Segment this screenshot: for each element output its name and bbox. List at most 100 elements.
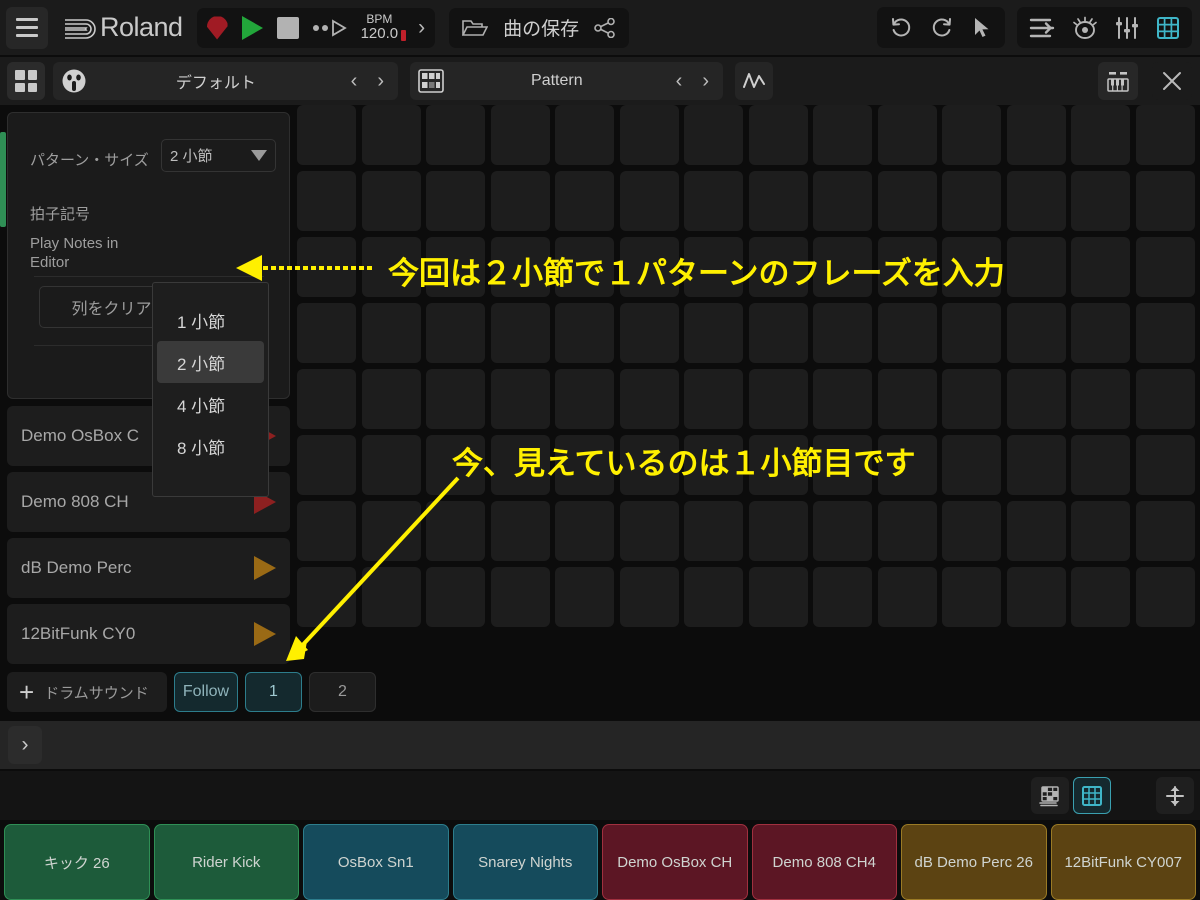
- step-cell[interactable]: [1135, 303, 1195, 363]
- step-cell[interactable]: [813, 567, 872, 627]
- step-cell[interactable]: [813, 435, 872, 495]
- step-cell[interactable]: [1071, 567, 1130, 627]
- step-cell[interactable]: [877, 105, 937, 165]
- step-cell[interactable]: [555, 303, 614, 363]
- drum-pad[interactable]: 12BitFunk CY007: [1050, 824, 1196, 900]
- step-cell[interactable]: [1071, 501, 1130, 561]
- step-cell[interactable]: [1135, 369, 1195, 429]
- step-cell[interactable]: [1071, 435, 1130, 495]
- step-cell[interactable]: [748, 369, 808, 429]
- grid-icon[interactable]: [1156, 16, 1180, 40]
- step-cell[interactable]: [877, 237, 937, 297]
- step-cell[interactable]: [426, 435, 485, 495]
- step-cell[interactable]: [297, 567, 356, 627]
- step-cell[interactable]: [619, 435, 679, 495]
- step-cell[interactable]: [426, 369, 485, 429]
- dropdown-option-4[interactable]: 4 小節: [157, 383, 264, 425]
- step-cell[interactable]: [942, 567, 1001, 627]
- step-cell[interactable]: [297, 435, 356, 495]
- step-cell[interactable]: [877, 303, 937, 363]
- step-cell[interactable]: [1071, 171, 1130, 231]
- step-cell[interactable]: [813, 105, 872, 165]
- align-icon[interactable]: [1029, 16, 1055, 40]
- step-cell[interactable]: [1135, 501, 1195, 561]
- step-cell[interactable]: [490, 501, 550, 561]
- step-cell[interactable]: [426, 237, 485, 297]
- mixer-icon[interactable]: [1115, 16, 1139, 40]
- step-cell[interactable]: [748, 303, 808, 363]
- pattern-prev-button[interactable]: ‹: [670, 70, 689, 93]
- step-cell[interactable]: [426, 303, 485, 363]
- step-cell[interactable]: [942, 369, 1001, 429]
- step-cell[interactable]: [361, 501, 421, 561]
- step-cell[interactable]: [813, 501, 872, 561]
- step-cell[interactable]: [361, 237, 421, 297]
- track-row-3[interactable]: 12BitFunk CY0: [7, 604, 290, 664]
- step-cell[interactable]: [1006, 501, 1066, 561]
- share-icon[interactable]: [594, 17, 616, 38]
- step-cell[interactable]: [942, 435, 1001, 495]
- resize-vertical-icon[interactable]: [1156, 777, 1194, 814]
- step-cell[interactable]: [426, 171, 485, 231]
- step-cell[interactable]: [555, 237, 614, 297]
- transport-expand-chevron-icon[interactable]: ›: [418, 17, 425, 38]
- step-cell[interactable]: [555, 369, 614, 429]
- step-cell[interactable]: [1135, 171, 1195, 231]
- dropdown-option-1[interactable]: 1 小節: [157, 299, 264, 341]
- step-cell[interactable]: [1006, 303, 1066, 363]
- step-cell[interactable]: [1071, 303, 1130, 363]
- step-cell[interactable]: [813, 237, 872, 297]
- bar-button-1[interactable]: 1: [245, 672, 302, 712]
- step-cell[interactable]: [555, 105, 614, 165]
- bar-button-2[interactable]: 2: [309, 672, 376, 712]
- step-cell[interactable]: [684, 567, 743, 627]
- pattern-next-button[interactable]: ›: [696, 70, 715, 93]
- eye-icon[interactable]: [1072, 16, 1098, 40]
- step-cell[interactable]: [490, 435, 550, 495]
- step-cell[interactable]: [813, 369, 872, 429]
- step-cell[interactable]: [619, 237, 679, 297]
- track-preview-play-icon[interactable]: [254, 556, 276, 580]
- step-cell[interactable]: [1006, 369, 1066, 429]
- step-cell[interactable]: [490, 303, 550, 363]
- step-cell[interactable]: [426, 501, 485, 561]
- keyboard-icon[interactable]: [1098, 62, 1138, 100]
- step-cell[interactable]: [684, 369, 743, 429]
- step-cell[interactable]: [748, 105, 808, 165]
- step-cell[interactable]: [942, 105, 1001, 165]
- step-cell[interactable]: [942, 501, 1001, 561]
- drum-pad[interactable]: Rider Kick: [153, 824, 299, 900]
- step-cell[interactable]: [684, 105, 743, 165]
- step-cell[interactable]: [1071, 105, 1130, 165]
- save-song-label[interactable]: 曲の保存: [503, 14, 579, 41]
- bpm-display[interactable]: BPM 120.0: [361, 13, 407, 41]
- step-cell[interactable]: [748, 237, 808, 297]
- step-cell[interactable]: [1135, 435, 1195, 495]
- step-cell[interactable]: [297, 105, 356, 165]
- chevron-right-icon[interactable]: ›: [8, 726, 42, 764]
- hamburger-menu-icon[interactable]: [6, 6, 48, 49]
- kit-selector[interactable]: デフォルト ‹ ›: [53, 62, 398, 100]
- undo-icon[interactable]: [889, 16, 913, 40]
- step-cell[interactable]: [297, 237, 356, 297]
- track-preview-play-icon[interactable]: [254, 622, 276, 646]
- play-icon[interactable]: [241, 15, 263, 40]
- step-cell[interactable]: [555, 435, 614, 495]
- track-row-2[interactable]: dB Demo Perc: [7, 538, 290, 598]
- drum-pad[interactable]: Demo OsBox CH: [602, 824, 748, 900]
- step-cell[interactable]: [1006, 105, 1066, 165]
- step-cell[interactable]: [1135, 567, 1195, 627]
- step-cell[interactable]: [1071, 369, 1130, 429]
- step-cell[interactable]: [361, 303, 421, 363]
- step-cell[interactable]: [555, 171, 614, 231]
- step-grid[interactable]: [297, 105, 1200, 667]
- step-cell[interactable]: [490, 105, 550, 165]
- step-cell[interactable]: [555, 567, 614, 627]
- step-cell[interactable]: [813, 303, 872, 363]
- grid-view-icon[interactable]: [1073, 777, 1111, 814]
- step-cell[interactable]: [619, 171, 679, 231]
- step-cell[interactable]: [813, 171, 872, 231]
- step-cell[interactable]: [684, 171, 743, 231]
- automation-curve-icon[interactable]: [735, 62, 773, 100]
- stop-icon[interactable]: [276, 16, 299, 39]
